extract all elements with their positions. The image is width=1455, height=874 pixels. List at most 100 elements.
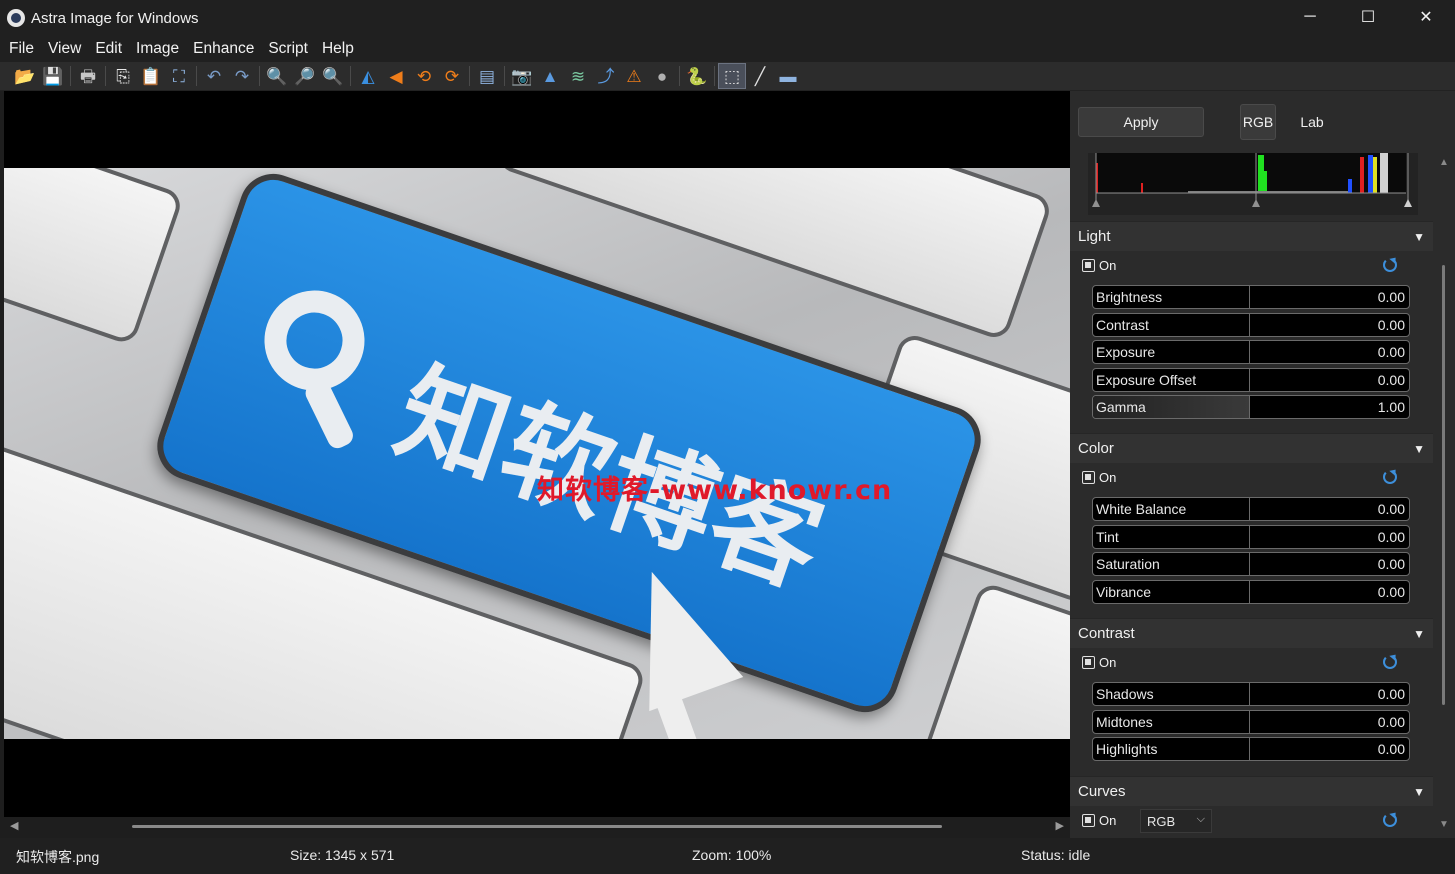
slider-exposure-offset[interactable]: Exposure Offset 0.00 xyxy=(1092,367,1410,392)
curves-reset-icon[interactable] xyxy=(1383,813,1397,827)
flip-vertical-icon[interactable]: ◀ xyxy=(382,63,410,89)
lab-mode-button[interactable]: Lab xyxy=(1294,104,1330,140)
split-view-icon[interactable]: ▤ xyxy=(473,63,501,89)
slider-label: Brightness xyxy=(1096,289,1163,305)
menu-file[interactable]: File xyxy=(2,36,41,62)
flip-horizontal-icon[interactable]: ◭ xyxy=(354,63,382,89)
slider-vibrance[interactable]: Vibrance 0.00 xyxy=(1092,579,1410,604)
sharpen-icon[interactable]: ▲ xyxy=(536,63,564,89)
color-section-header[interactable]: Color ▼ xyxy=(1070,433,1433,463)
horizontal-scroll-thumb[interactable] xyxy=(132,825,942,828)
close-button[interactable]: ✕ xyxy=(1397,0,1455,34)
zoom-out-icon[interactable]: 🔎 xyxy=(291,63,319,89)
curves-channel-value: RGB xyxy=(1147,813,1176,829)
light-on-checkbox[interactable] xyxy=(1082,258,1095,272)
menu-view[interactable]: View xyxy=(41,36,88,62)
line-tool-icon[interactable]: ╱ xyxy=(746,63,774,89)
scroll-up-icon[interactable]: ▲ xyxy=(1439,157,1449,168)
redo-icon[interactable]: ↷ xyxy=(228,63,256,89)
copy-icon[interactable]: ⎘ xyxy=(109,63,137,89)
image-canvas[interactable]: 知软博客 知软博客-www.knowr.cn xyxy=(4,91,1070,817)
status-state: Status: idle xyxy=(1021,847,1091,863)
menu-image[interactable]: Image xyxy=(129,36,186,62)
python-icon[interactable]: 🐍 xyxy=(683,63,711,89)
light-section-header[interactable]: Light ▼ xyxy=(1070,221,1433,251)
slider-tint[interactable]: Tint 0.00 xyxy=(1092,524,1410,549)
color-section: Color ▼ On White Balance 0.00 Tint 0.00 Satu… xyxy=(1070,433,1433,613)
slider-center-mark xyxy=(1249,286,1250,308)
paste-icon[interactable]: 📋 xyxy=(137,63,165,89)
menu-enhance[interactable]: Enhance xyxy=(186,36,261,62)
save-icon[interactable]: 💾 xyxy=(39,63,67,89)
maximize-button[interactable]: ☐ xyxy=(1339,0,1397,34)
noise-icon[interactable]: ● xyxy=(648,63,676,89)
window-controls: ─ ☐ ✕ xyxy=(1281,0,1455,36)
toolbar-separator xyxy=(504,66,505,86)
collapse-caret-icon[interactable]: ▼ xyxy=(1413,785,1425,799)
rotate-right-icon[interactable]: ⟳ xyxy=(438,63,466,89)
menu-edit[interactable]: Edit xyxy=(88,36,129,62)
slider-value: 0.00 xyxy=(1377,686,1405,702)
toolbar-separator xyxy=(679,66,680,86)
slider-value: 0.00 xyxy=(1377,501,1405,517)
slider-highlights[interactable]: Highlights 0.00 xyxy=(1092,737,1410,761)
scroll-left-icon[interactable]: ◀ xyxy=(10,819,18,832)
rotate-left-icon[interactable]: ⟲ xyxy=(410,63,438,89)
undo-icon[interactable]: ↶ xyxy=(200,63,228,89)
curves-section-header[interactable]: Curves ▼ xyxy=(1070,776,1433,806)
slider-center-mark xyxy=(1249,368,1250,391)
toolbar-separator xyxy=(714,66,715,86)
warning-icon[interactable]: ⚠ xyxy=(620,63,648,89)
zoom-fit-icon[interactable]: 🔍 xyxy=(319,63,347,89)
collapse-caret-icon[interactable]: ▼ xyxy=(1413,627,1425,641)
contrast-reset-icon[interactable] xyxy=(1383,655,1397,669)
camera-icon[interactable]: 📷 xyxy=(508,63,536,89)
contrast-on-checkbox[interactable] xyxy=(1082,655,1095,669)
menu-help[interactable]: Help xyxy=(315,36,361,62)
contrast-section-header[interactable]: Contrast ▼ xyxy=(1070,618,1433,648)
slider-exposure[interactable]: Exposure 0.00 xyxy=(1092,340,1410,364)
curve-icon[interactable]: ⤴ xyxy=(592,63,620,89)
slider-value: 0.00 xyxy=(1377,528,1405,545)
collapse-caret-icon[interactable]: ▼ xyxy=(1413,442,1425,456)
histogram[interactable] xyxy=(1088,153,1418,215)
apply-button[interactable]: Apply xyxy=(1078,107,1204,137)
scroll-down-icon[interactable]: ▼ xyxy=(1439,819,1449,830)
horizontal-scrollbar[interactable]: ◀ ▶ xyxy=(4,817,1070,835)
menu-script[interactable]: Script xyxy=(261,36,315,62)
slider-label: Exposure xyxy=(1096,344,1156,360)
slider-contrast[interactable]: Contrast 0.00 xyxy=(1092,312,1410,337)
minimize-button[interactable]: ─ xyxy=(1281,0,1339,34)
zoom-in-icon[interactable]: 🔍 xyxy=(263,63,291,89)
light-reset-icon[interactable] xyxy=(1383,258,1397,272)
minus-tool-icon[interactable]: ▬ xyxy=(774,63,802,89)
toolbar-separator xyxy=(70,66,71,86)
curves-channel-select[interactable]: RGB ⌵ xyxy=(1140,809,1212,833)
color-reset-icon[interactable] xyxy=(1383,470,1397,484)
slider-brightness[interactable]: Brightness 0.00 xyxy=(1092,285,1410,309)
color-on-label: On xyxy=(1099,469,1117,485)
panel-vertical-scrollbar[interactable]: ▲ ▼ xyxy=(1433,153,1455,838)
crop-icon[interactable]: ⛶ xyxy=(165,63,193,89)
slider-label: Contrast xyxy=(1096,316,1149,333)
layers-icon[interactable]: ≋ xyxy=(564,63,592,89)
window-title: Astra Image for Windows xyxy=(31,9,199,27)
slider-saturation[interactable]: Saturation 0.00 xyxy=(1092,552,1410,576)
open-folder-icon[interactable]: 📂 xyxy=(11,63,39,89)
slider-value: 0.00 xyxy=(1377,344,1405,360)
scroll-right-icon[interactable]: ▶ xyxy=(1056,819,1064,832)
toolbar-separator xyxy=(105,66,106,86)
rgb-mode-button[interactable]: RGB xyxy=(1240,104,1276,140)
slider-white-balance[interactable]: White Balance 0.00 xyxy=(1092,497,1410,521)
color-on-checkbox[interactable] xyxy=(1082,470,1095,484)
slider-gamma[interactable]: Gamma 1.00 xyxy=(1092,395,1410,419)
print-icon[interactable]: 🖶 xyxy=(74,63,102,89)
slider-center-mark xyxy=(1249,710,1250,733)
select-rect-icon[interactable]: ⬚ xyxy=(718,63,746,89)
slider-value: 0.00 xyxy=(1377,289,1405,305)
slider-midtones[interactable]: Midtones 0.00 xyxy=(1092,709,1410,734)
collapse-caret-icon[interactable]: ▼ xyxy=(1413,230,1425,244)
panel-scroll-thumb[interactable] xyxy=(1442,265,1445,705)
slider-shadows[interactable]: Shadows 0.00 xyxy=(1092,682,1410,706)
curves-on-checkbox[interactable] xyxy=(1082,813,1095,827)
